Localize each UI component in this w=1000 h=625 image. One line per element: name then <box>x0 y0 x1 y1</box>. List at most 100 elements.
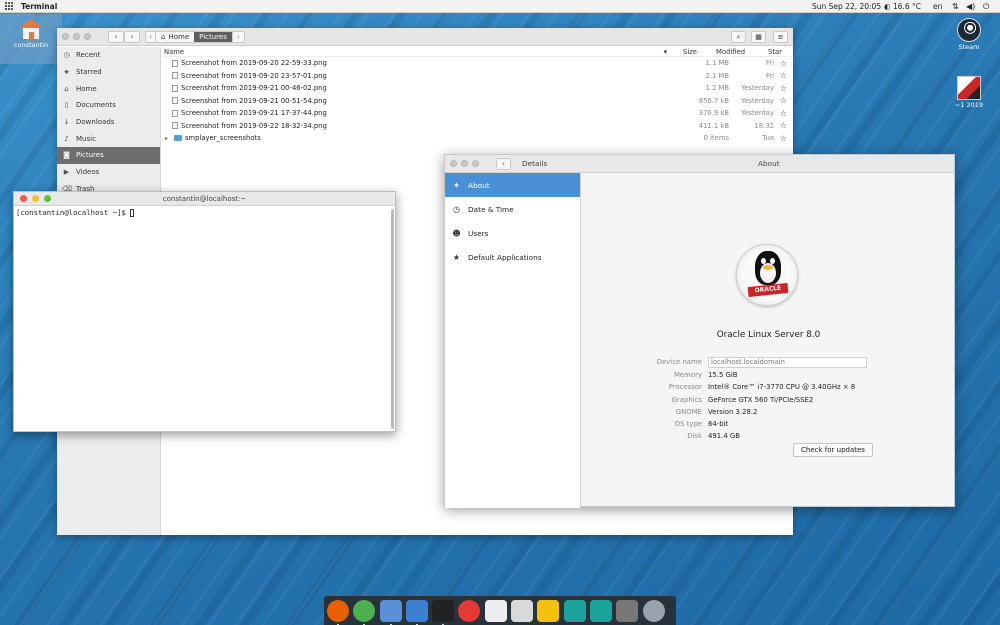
minimize-icon[interactable] <box>32 195 39 202</box>
forward-button[interactable]: › <box>124 31 140 43</box>
mendeley-icon[interactable] <box>563 599 586 622</box>
desktop-steam[interactable]: Steam <box>950 18 988 51</box>
game-thumbnail-icon <box>957 76 981 100</box>
sidebar-item-default-applications[interactable]: ★ Default Applications <box>445 245 580 269</box>
sidebar-item-users[interactable]: ☻ Users <box>445 221 580 245</box>
spec-row: GNOME Version 3.28.2 <box>675 408 758 416</box>
window-controls[interactable] <box>450 160 479 167</box>
network-icon[interactable]: ⇅ <box>952 2 959 11</box>
device-name-label: Device name <box>656 358 702 366</box>
star-icon: ★ <box>63 68 70 77</box>
terminal-icon[interactable] <box>432 599 455 625</box>
apps-grid-icon[interactable] <box>5 2 13 10</box>
file-manager-icon[interactable] <box>405 599 428 625</box>
text-editor-icon[interactable] <box>379 599 402 625</box>
window-controls[interactable] <box>20 195 51 202</box>
archive-icon[interactable] <box>511 599 534 622</box>
star-toggle-icon[interactable]: ☆ <box>774 71 793 80</box>
close-icon[interactable] <box>450 160 457 167</box>
sidebar-item-downloads[interactable]: ↓ Downloads <box>57 114 160 131</box>
star-toggle-icon[interactable]: ☆ <box>774 109 793 118</box>
column-size[interactable]: Size <box>673 48 711 56</box>
panel-title: About <box>758 159 780 168</box>
expander-icon[interactable]: ▸ <box>165 135 171 142</box>
star-toggle-icon[interactable]: ☆ <box>774 96 793 105</box>
file-row[interactable]: Screenshot from 2019-09-20 22-59-33.png 1… <box>162 57 793 70</box>
minimize-icon[interactable] <box>73 33 80 40</box>
sidebar-item-music[interactable]: ♪ Music <box>57 130 160 147</box>
chevron-right-icon: › <box>130 32 134 41</box>
about-panel: ORACLE Oracle Linux Server 8.0 Device na… <box>582 173 955 508</box>
oracle-badge: ORACLE <box>747 282 789 298</box>
sidebar-item-about[interactable]: ✦ About <box>445 173 580 197</box>
terminal-titlebar[interactable]: constantin@localhost:~ <box>14 192 395 206</box>
radiation-icon[interactable] <box>537 599 560 622</box>
files-headerbar: ‹ › ‹ ⌂ Home Pictures › ⌕ ▦ ≡ <box>57 28 793 46</box>
desktop-game-label: ~1 2019 <box>954 101 984 109</box>
chrome-icon[interactable] <box>353 599 376 625</box>
launcher-icon[interactable] <box>642 599 665 622</box>
weather[interactable]: ◐ 16.6 °C <box>884 2 921 11</box>
desktop-home-folder[interactable]: constantin <box>0 14 62 64</box>
terminal-output[interactable]: [constantin@localhost ~]$ <box>14 206 395 219</box>
download-icon: ↓ <box>63 118 70 127</box>
breadcrumb-home[interactable]: ⌂ Home <box>156 32 194 42</box>
maximize-icon[interactable] <box>84 33 91 40</box>
active-app-name[interactable]: Terminal <box>21 2 57 11</box>
settings-icon[interactable] <box>616 599 639 622</box>
clock[interactable]: Sun Sep 22, 20:05 <box>812 2 881 11</box>
spec-row: Memory 15.5 GiB <box>673 371 738 379</box>
back-button[interactable]: ‹ <box>108 31 124 43</box>
grid-view-icon: ▦ <box>755 33 762 41</box>
chevron-left-icon: ‹ <box>114 32 118 41</box>
back-button[interactable]: ‹ <box>496 158 511 170</box>
sidebar-item-home[interactable]: ⌂ Home <box>57 80 160 97</box>
file-row[interactable]: Screenshot from 2019-09-21 00-51-54.png 8… <box>162 95 793 108</box>
search-button[interactable]: ⌕ <box>731 31 746 43</box>
sidebar-item-videos[interactable]: ▶ Videos <box>57 164 160 181</box>
check-for-updates-button[interactable]: Check for updates <box>793 443 873 457</box>
star-toggle-icon[interactable]: ☆ <box>774 59 793 68</box>
terminal-title: constantin@localhost:~ <box>162 195 247 203</box>
spec-row: Disk 491.4 GB <box>687 432 740 440</box>
breadcrumb-pictures[interactable]: Pictures <box>194 32 232 42</box>
maps-icon[interactable] <box>589 599 612 622</box>
power-icon[interactable]: ⏻ <box>983 2 989 12</box>
terminal-window[interactable]: constantin@localhost:~ [constantin@local… <box>13 191 396 432</box>
terminal-scrollbar[interactable] <box>391 209 394 429</box>
documents-icon[interactable] <box>484 599 507 622</box>
sidebar-item-starred[interactable]: ★ Starred <box>57 64 160 81</box>
lifebuoy-icon[interactable] <box>458 599 481 622</box>
spec-row: OS type 64-bit <box>674 420 729 428</box>
maximize-icon[interactable] <box>472 160 479 167</box>
file-row[interactable]: Screenshot from 2019-09-20 23-57-01.png 2… <box>162 70 793 83</box>
close-icon[interactable] <box>20 195 27 202</box>
window-controls[interactable] <box>62 33 91 40</box>
folder-row[interactable]: ▸ smplayer_screenshots 0 items Tue ☆ <box>162 132 793 145</box>
breadcrumb-left-icon[interactable]: ‹ <box>146 32 156 42</box>
file-row[interactable]: Screenshot from 2019-09-21 17-37-44.png 3… <box>162 107 793 120</box>
column-modified[interactable]: Modified <box>711 48 763 56</box>
maximize-icon[interactable] <box>44 195 51 202</box>
language-indicator[interactable]: en <box>933 2 942 11</box>
sidebar-item-pictures[interactable]: ◙ Pictures <box>57 147 160 164</box>
firefox-icon[interactable] <box>327 599 349 625</box>
menu-button[interactable]: ≡ <box>773 31 788 43</box>
minimize-icon[interactable] <box>461 160 468 167</box>
sidebar-item-date-time[interactable]: ◷ Date & Time <box>445 197 580 221</box>
column-star[interactable]: Star <box>763 48 788 56</box>
volume-icon[interactable]: ◀) <box>966 2 975 11</box>
star-toggle-icon[interactable]: ☆ <box>774 84 793 93</box>
file-row[interactable]: Screenshot from 2019-09-21 00-46-02.png 1… <box>162 82 793 95</box>
desktop-game-file[interactable]: ~1 2019 <box>950 76 988 109</box>
breadcrumb-right-icon[interactable]: › <box>231 32 244 42</box>
device-name-field[interactable]: localhost.localdomain <box>708 356 867 368</box>
sidebar-item-recent[interactable]: ◷ Recent <box>57 47 160 64</box>
star-toggle-icon[interactable]: ☆ <box>774 134 793 143</box>
file-row[interactable]: Screenshot from 2019-09-22 18-32-34.png 4… <box>162 120 793 133</box>
sidebar-item-documents[interactable]: ▯ Documents <box>57 97 160 114</box>
view-toggle-button[interactable]: ▦ <box>751 31 766 43</box>
column-name[interactable]: Name ▾ <box>162 48 673 56</box>
close-icon[interactable] <box>62 33 69 40</box>
star-toggle-icon[interactable]: ☆ <box>774 121 793 130</box>
